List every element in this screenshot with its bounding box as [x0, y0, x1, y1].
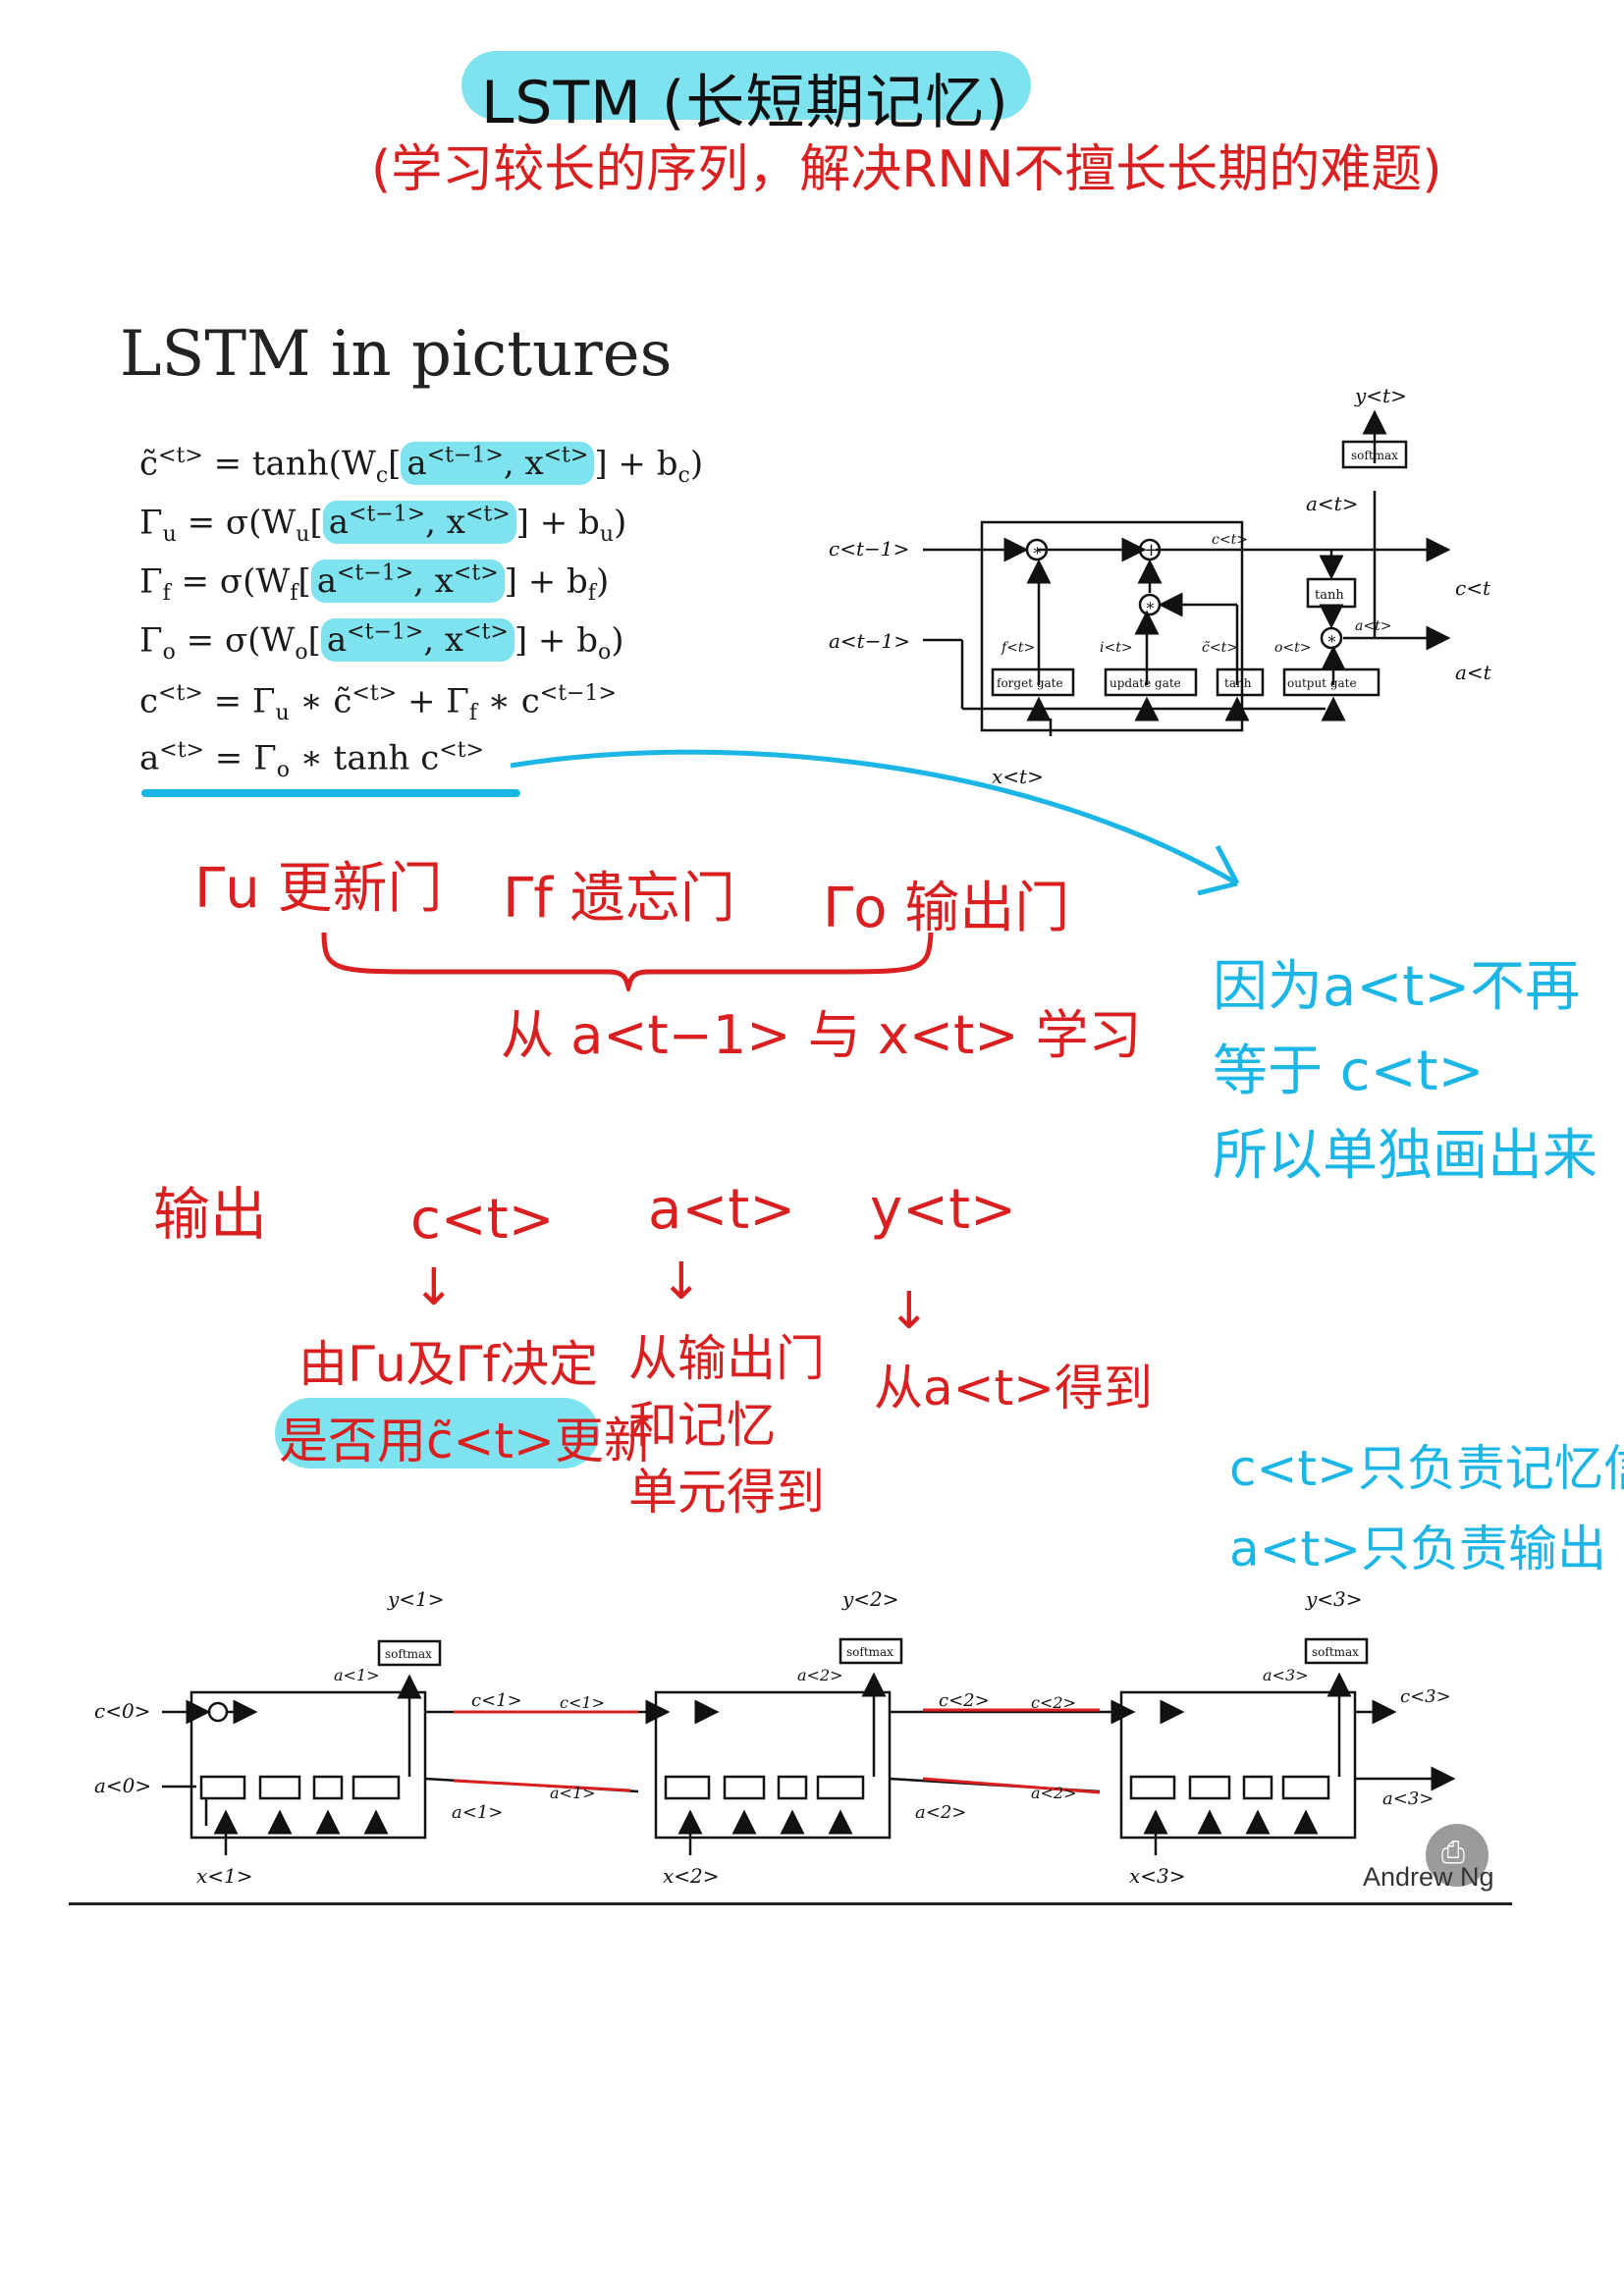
red-brace [321, 932, 934, 991]
output-gate-label: output gate [1287, 676, 1357, 690]
a-desc-line-2: 和记忆 [628, 1397, 776, 1454]
a-head-label: a<t> [648, 1178, 796, 1242]
chain-softmax-1: softmax [385, 1647, 432, 1661]
mul-sign: ∗ [1326, 629, 1337, 648]
softmax-label: softmax [1351, 449, 1398, 462]
equation-gamma-u: Γu = σ(Wu[a<t−1>, x<t>] + bu) [139, 501, 627, 548]
chain-a1-label: a<1> [452, 1802, 503, 1823]
y-out-label: y<t> [1354, 384, 1407, 407]
chain-a0-label: a<0> [94, 1774, 151, 1797]
equation-a-t: a<t> = Γo ∗ tanh c<t> [139, 738, 484, 783]
mul-sign: ∗ [1145, 596, 1156, 614]
c-mid-label: c<t> [1212, 532, 1248, 548]
equation-gamma-f: Γf = σ(Wf[a<t−1>, x<t>] + bf) [139, 560, 610, 607]
chain-a3-top-label: a<3> [1263, 1666, 1309, 1684]
y-head-label: y<t> [870, 1178, 1016, 1242]
o-label: o<t> [1274, 640, 1312, 656]
down-arrow: ↓ [660, 1253, 703, 1311]
chain-a2-label: a<2> [915, 1802, 966, 1823]
input-highlight: a<t−1>, x<t> [310, 560, 505, 604]
c-out-label: c<t> [1455, 576, 1492, 600]
y-desc: 从a<t>得到 [874, 1360, 1154, 1416]
input-highlight: a<t−1>, x<t> [401, 442, 595, 486]
chain-a2-top-label: a<2> [797, 1666, 843, 1684]
input-highlight: a<t−1>, x<t> [320, 618, 514, 663]
chain-softmax-2: softmax [846, 1645, 893, 1659]
i-label: i<t> [1100, 640, 1133, 656]
chain-softmax-3: softmax [1312, 1645, 1359, 1659]
lstm-chain-diagram: c<0> a<0> y<1> a<1> c<1> a<1> x<1> c<1> … [94, 1587, 1456, 1888]
add-sign: + [1144, 540, 1159, 561]
a-inner-label: a<t> [1355, 618, 1391, 634]
learn-from-label: 从 a<t−1> 与 x<t> 学习 [501, 1004, 1142, 1066]
down-arrow: ↓ [888, 1282, 931, 1341]
chain-c3-label: c<3> [1400, 1686, 1451, 1707]
output-label: 输出 [153, 1181, 268, 1248]
role-c-note: c<t>只负责记忆信息 [1229, 1440, 1624, 1497]
f-label: f<t> [1001, 640, 1035, 656]
chain-c1-label: c<1> [471, 1690, 522, 1711]
chain-c2-label: c<2> [939, 1690, 990, 1711]
chain-y3-label: y<3> [1305, 1587, 1363, 1611]
chain-a1-in-label: a<1> [550, 1784, 596, 1802]
update-gate-label: update gate [1110, 676, 1181, 690]
chain-a1-top-label: a<1> [334, 1666, 380, 1684]
chain-x3-label: x<3> [1129, 1864, 1186, 1888]
blue-note-line-3: 所以单独画出来 [1213, 1124, 1597, 1188]
chain-x1-label: x<1> [196, 1864, 253, 1888]
a-in-label: a<t−1> [829, 629, 910, 653]
bottom-divider [69, 1902, 1512, 1905]
equation-underline [141, 789, 520, 797]
page-subtitle: (学习较长的序列，解决RNN不擅长长期的难题) [371, 140, 1442, 199]
a-desc-line-3: 单元得到 [628, 1464, 825, 1521]
tanh-gate-label: tanh [1224, 676, 1252, 690]
c-in-label: c<t−1> [829, 537, 909, 561]
chain-c1-in-label: c<1> [560, 1693, 605, 1712]
blue-note-line-2: 等于 c<t> [1213, 1040, 1485, 1103]
chain-c2-in-label: c<2> [1031, 1693, 1076, 1712]
mul-sign: ∗ [1032, 541, 1043, 560]
a-desc-line-1: 从输出门 [628, 1330, 825, 1387]
forget-gate-label: forget gate [997, 676, 1063, 690]
gate-f-label: Γf 遗忘门 [503, 867, 735, 931]
down-arrow: ↓ [412, 1258, 456, 1317]
c-desc-line-1: 由Γu及Γf决定 [298, 1336, 599, 1393]
c-head-label: c<t> [410, 1188, 555, 1252]
chain-c0-label: c<0> [94, 1699, 150, 1723]
slide-heading: LSTM in pictures [120, 318, 673, 391]
chain-a2-in-label: a<2> [1031, 1784, 1077, 1802]
input-highlight: a<t−1>, x<t> [322, 501, 516, 545]
tanh-top-label: tanh [1315, 588, 1344, 603]
blue-note-line-1: 因为a<t>不再 [1213, 955, 1581, 1019]
c-desc-line-2: 是否用c̃<t>更新 [279, 1413, 653, 1469]
cell-box [980, 520, 1244, 732]
chain-y2-label: y<2> [841, 1587, 899, 1611]
chain-x2-label: x<2> [663, 1864, 720, 1888]
gate-u-label: Γu 更新门 [194, 857, 443, 921]
equation-c-t: c<t> = Γu ∗ c̃<t> + Γf ∗ c<t−1> [139, 681, 617, 726]
equation-c-tilde: c̃<t> = tanh(Wc[a<t−1>, x<t>] + bc) [139, 442, 704, 489]
equation-gamma-o: Γo = σ(Wo[a<t−1>, x<t>] + bo) [139, 618, 624, 666]
chain-y1-label: y<1> [387, 1587, 445, 1611]
credit-label: Andrew Ng [1363, 1862, 1494, 1892]
chain-a3-label: a<3> [1382, 1789, 1434, 1809]
a-top-label: a<t> [1306, 492, 1358, 515]
a-out-label: a<t> [1455, 661, 1492, 684]
c-tilde-label: c̃<t> [1202, 640, 1238, 656]
